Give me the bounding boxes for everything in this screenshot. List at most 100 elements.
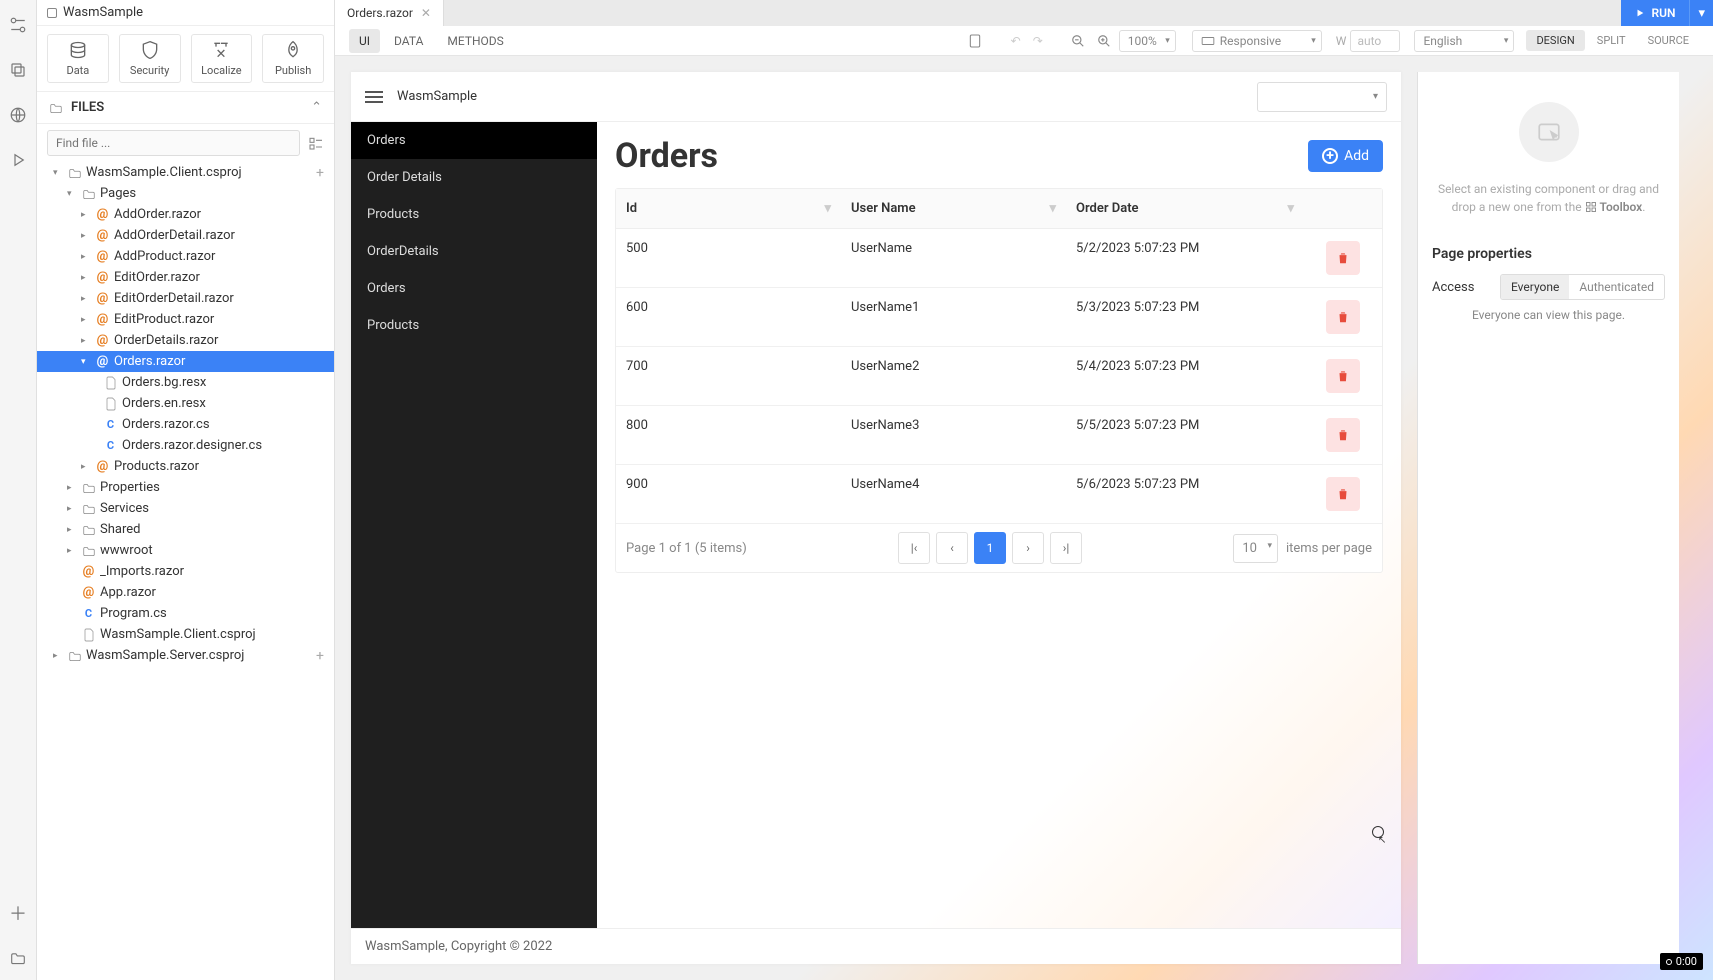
tree-file[interactable]: ▸@Products.razor bbox=[37, 456, 334, 477]
pager-page[interactable]: 1 bbox=[974, 532, 1006, 564]
table-row[interactable]: 700UserName25/4/2023 5:07:23 PM bbox=[616, 347, 1382, 406]
subtab-ui[interactable]: UI bbox=[349, 29, 380, 53]
tree-project[interactable]: ▸WasmSample.Server.csproj+ bbox=[37, 645, 334, 666]
tree-collapse-icon[interactable] bbox=[308, 135, 324, 151]
folder-open-icon[interactable] bbox=[8, 948, 28, 968]
add-file-icon[interactable]: + bbox=[316, 648, 324, 664]
nav-item[interactable]: OrderDetails bbox=[351, 233, 597, 270]
tree-file[interactable]: ▸@EditOrderDetail.razor bbox=[37, 288, 334, 309]
pager: Page 1 of 1 (5 items) |‹ ‹ 1 › ›| 10▾ it… bbox=[616, 524, 1382, 572]
seg-auth[interactable]: Authenticated bbox=[1569, 275, 1664, 299]
filter-icon[interactable]: ▾ bbox=[1287, 201, 1294, 216]
nav-item[interactable]: Products bbox=[351, 307, 597, 344]
localize-button[interactable]: Localize bbox=[191, 34, 253, 83]
zoom-select[interactable]: 100%▾ bbox=[1119, 30, 1176, 52]
device-icon[interactable] bbox=[963, 29, 987, 53]
settings-icon[interactable] bbox=[8, 15, 28, 35]
language-select[interactable]: English▾ bbox=[1414, 30, 1514, 52]
pager-next[interactable]: › bbox=[1012, 532, 1044, 564]
viewtab-split[interactable]: SPLIT bbox=[1587, 30, 1636, 51]
pager-first[interactable]: |‹ bbox=[898, 532, 930, 564]
nav-item[interactable]: Products bbox=[351, 196, 597, 233]
device-select[interactable]: Responsive▾ bbox=[1192, 30, 1322, 52]
tree-folder[interactable]: ▸Properties bbox=[37, 477, 334, 498]
editor-tab[interactable]: Orders.razor ✕ bbox=[335, 0, 444, 26]
tree-file[interactable]: @App.razor bbox=[37, 582, 334, 603]
chevron-up-icon: ⌃ bbox=[311, 100, 322, 115]
table-row[interactable]: 900UserName45/6/2023 5:07:23 PM bbox=[616, 465, 1382, 524]
table-row[interactable]: 600UserName15/3/2023 5:07:23 PM bbox=[616, 288, 1382, 347]
width-input[interactable] bbox=[1350, 30, 1400, 52]
pager-last[interactable]: ›| bbox=[1050, 532, 1082, 564]
security-button[interactable]: Security bbox=[119, 34, 181, 83]
tree-file[interactable]: COrders.razor.cs bbox=[37, 414, 334, 435]
run-more-button[interactable]: ▾ bbox=[1689, 0, 1713, 26]
add-icon[interactable]: ＋ bbox=[8, 903, 28, 923]
tree-file-selected[interactable]: ▾@Orders.razor bbox=[37, 351, 334, 372]
placeholder-hint: Select an existing component or drag and… bbox=[1432, 180, 1665, 216]
tree-file[interactable]: ▸@AddOrder.razor bbox=[37, 204, 334, 225]
tree-file[interactable]: Orders.bg.resx bbox=[37, 372, 334, 393]
tree-file[interactable]: ▸@OrderDetails.razor bbox=[37, 330, 334, 351]
add-file-icon[interactable]: + bbox=[316, 165, 324, 181]
redo-icon[interactable]: ↷ bbox=[1029, 30, 1047, 52]
subtab-data[interactable]: DATA bbox=[384, 29, 433, 53]
tree-file[interactable]: ▸@EditProduct.razor bbox=[37, 309, 334, 330]
table-row[interactable]: 500UserName5/2/2023 5:07:23 PM bbox=[616, 229, 1382, 288]
cursor-placeholder-icon bbox=[1519, 102, 1579, 162]
col-date: Order Date bbox=[1076, 201, 1139, 216]
preview-frame: WasmSample ▾ Orders Order Details Produc… bbox=[351, 72, 1401, 964]
preview-nav: Orders Order Details Products OrderDetai… bbox=[351, 122, 597, 928]
viewtab-source[interactable]: SOURCE bbox=[1638, 30, 1699, 51]
viewtab-design[interactable]: DESIGN bbox=[1526, 30, 1584, 51]
table-row[interactable]: 800UserName35/5/2023 5:07:23 PM bbox=[616, 406, 1382, 465]
globe-icon[interactable] bbox=[8, 105, 28, 125]
col-user: User Name bbox=[851, 201, 916, 216]
debug-icon[interactable] bbox=[8, 150, 28, 170]
close-icon[interactable]: ✕ bbox=[421, 6, 431, 20]
publish-button[interactable]: Publish bbox=[262, 34, 324, 83]
hamburger-icon[interactable] bbox=[365, 91, 383, 103]
tree-file[interactable]: CProgram.cs bbox=[37, 603, 334, 624]
data-button[interactable]: Data bbox=[47, 34, 109, 83]
tree-file[interactable]: ▸@EditOrder.razor bbox=[37, 267, 334, 288]
filter-icon[interactable]: ▾ bbox=[1049, 201, 1056, 216]
search-input[interactable] bbox=[47, 130, 300, 156]
tree-file[interactable]: COrders.razor.designer.cs bbox=[37, 435, 334, 456]
run-button[interactable]: RUN bbox=[1621, 0, 1689, 26]
tree-folder[interactable]: ▸Shared bbox=[37, 519, 334, 540]
tree-file[interactable]: WasmSample.Client.csproj bbox=[37, 624, 334, 645]
delete-button[interactable] bbox=[1326, 418, 1360, 452]
files-header[interactable]: FILES ⌃ bbox=[37, 92, 334, 124]
nav-item[interactable]: Orders bbox=[351, 122, 597, 159]
tree-file[interactable]: Orders.en.resx bbox=[37, 393, 334, 414]
zoom-in-icon[interactable] bbox=[1093, 30, 1115, 52]
file-tree: ▾WasmSample.Client.csproj+ ▾Pages ▸@AddO… bbox=[37, 162, 334, 980]
tree-file[interactable]: @_Imports.razor bbox=[37, 561, 334, 582]
copy-icon[interactable] bbox=[8, 60, 28, 80]
delete-button[interactable] bbox=[1326, 477, 1360, 511]
tree-project[interactable]: ▾WasmSample.Client.csproj+ bbox=[37, 162, 334, 183]
header-dropdown[interactable]: ▾ bbox=[1257, 82, 1387, 112]
seg-everyone[interactable]: Everyone bbox=[1501, 275, 1569, 299]
preview-footer: WasmSample, Copyright © 2022 bbox=[351, 928, 1401, 964]
zoom-out-icon[interactable] bbox=[1067, 30, 1089, 52]
col-id: Id bbox=[626, 201, 637, 216]
filter-icon[interactable]: ▾ bbox=[824, 201, 831, 216]
page-size-select[interactable]: 10▾ bbox=[1233, 534, 1278, 563]
undo-icon[interactable]: ↶ bbox=[1007, 30, 1025, 52]
delete-button[interactable] bbox=[1326, 300, 1360, 334]
tree-file[interactable]: ▸@AddProduct.razor bbox=[37, 246, 334, 267]
tree-folder-pages[interactable]: ▾Pages bbox=[37, 183, 334, 204]
pager-prev[interactable]: ‹ bbox=[936, 532, 968, 564]
access-note: Everyone can view this page. bbox=[1432, 308, 1665, 322]
subtab-methods[interactable]: METHODS bbox=[437, 29, 513, 53]
delete-button[interactable] bbox=[1326, 241, 1360, 275]
nav-item[interactable]: Orders bbox=[351, 270, 597, 307]
delete-button[interactable] bbox=[1326, 359, 1360, 393]
add-button[interactable]: +Add bbox=[1308, 140, 1383, 172]
tree-folder[interactable]: ▸wwwroot bbox=[37, 540, 334, 561]
tree-file[interactable]: ▸@AddOrderDetail.razor bbox=[37, 225, 334, 246]
tree-folder[interactable]: ▸Services bbox=[37, 498, 334, 519]
nav-item[interactable]: Order Details bbox=[351, 159, 597, 196]
